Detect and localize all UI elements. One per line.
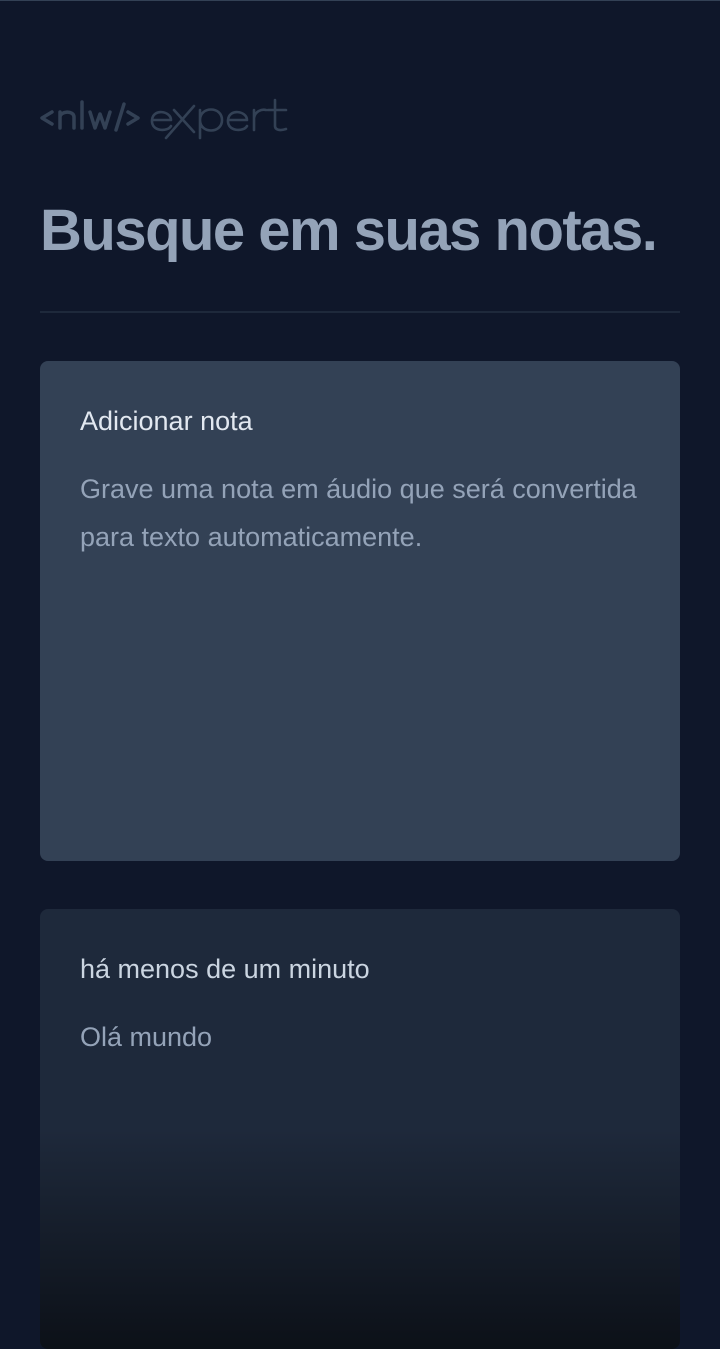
note-card[interactable]: há menos de um minuto Olá mundo (40, 909, 680, 1349)
add-note-title: Adicionar nota (80, 406, 253, 436)
add-note-description: Grave uma nota em áudio que será convert… (80, 474, 637, 552)
search-input[interactable] (40, 190, 680, 270)
nlw-expert-logo (40, 92, 300, 142)
note-content: Olá mundo (80, 1022, 213, 1052)
divider (40, 311, 680, 313)
add-note-card[interactable]: Adicionar nota Grave uma nota em áudio q… (40, 361, 680, 861)
note-date: há menos de um minuto (80, 954, 370, 984)
top-border (0, 0, 720, 1)
note-fade-overlay (40, 1129, 680, 1349)
